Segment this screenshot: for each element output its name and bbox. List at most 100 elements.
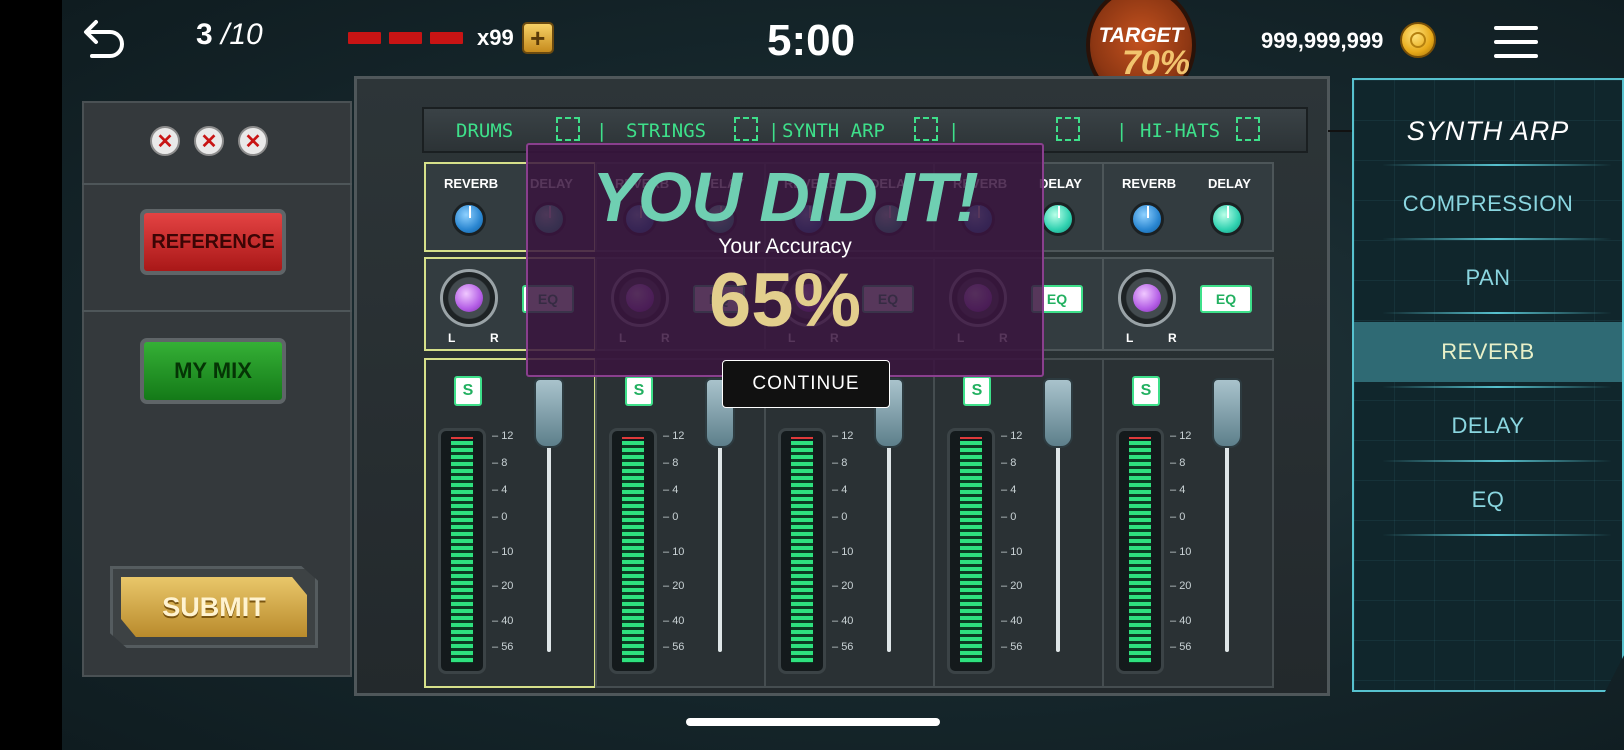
tab-separator: |: [768, 120, 780, 142]
effect-item-delay[interactable]: DELAY: [1354, 396, 1622, 456]
pan-knob-icon[interactable]: [1118, 269, 1176, 327]
life-segment: [348, 32, 381, 44]
reverb-knob-icon[interactable]: [452, 202, 486, 236]
effects-panel: [1352, 78, 1624, 692]
meter-scale-label: – 0: [1001, 511, 1017, 523]
reference-button[interactable]: REFERENCE: [140, 209, 286, 275]
meter-scale-label: – 8: [832, 457, 848, 469]
effects-panel-title: SYNTH ARP: [1406, 116, 1570, 146]
tab-separator: |: [948, 120, 960, 142]
level-meter: [778, 428, 826, 674]
meter-scale-label: – 0: [1170, 511, 1186, 523]
reverb-label: REVERB: [444, 176, 499, 191]
my-mix-button[interactable]: MY MIX: [140, 338, 286, 404]
eq-button[interactable]: EQ: [1200, 285, 1252, 313]
meter-scale-label: – 20: [663, 580, 685, 592]
meter-scale-label: – 40: [832, 615, 854, 627]
accuracy-label: Your Accuracy: [718, 235, 852, 258]
reverb-knob-icon[interactable]: [1130, 202, 1164, 236]
fader-handle[interactable]: [1212, 378, 1242, 448]
tab-slot-icon: [1236, 117, 1260, 141]
meter-scale-label: – 12: [832, 430, 854, 442]
solo-button[interactable]: S: [454, 376, 482, 406]
meter-scale-label: – 56: [492, 641, 514, 653]
solo-button[interactable]: S: [1132, 376, 1160, 406]
effect-item-eq[interactable]: EQ: [1354, 470, 1622, 530]
divider: [82, 310, 352, 312]
delay-label: DELAY: [1208, 176, 1251, 191]
coin-balance: 999,999,999: [1261, 28, 1384, 53]
delay-label: DELAY: [1039, 176, 1082, 191]
effect-divider: [1382, 386, 1612, 388]
channel-fx-panel: REVERB DELAY: [1102, 162, 1274, 252]
meter-scale-label: – 20: [1170, 580, 1192, 592]
tab-slot-icon: [734, 117, 758, 141]
meter-scale-label: – 56: [1170, 641, 1192, 653]
effect-item-compression[interactable]: COMPRESSION: [1354, 174, 1622, 234]
level-meter: [609, 428, 657, 674]
level-progress: 3 /10: [196, 18, 263, 52]
fader-handle[interactable]: [1043, 378, 1073, 448]
tab-slot-icon: [914, 117, 938, 141]
pan-knob-icon[interactable]: [440, 269, 498, 327]
channel-fader-panel: S – 12 – 8 – 4 – 0 – 10 – 20 – 40 – 56: [1102, 358, 1274, 688]
effect-divider: [1382, 312, 1612, 314]
delay-knob-icon[interactable]: [1041, 202, 1075, 236]
solo-button[interactable]: S: [963, 376, 991, 406]
meter-scale-label: – 20: [1001, 580, 1023, 592]
solo-button[interactable]: S: [625, 376, 653, 406]
accuracy-value: 65%: [708, 258, 862, 343]
channel-fader-panel: S – 12 – 8 – 4 – 0 – 10 – 20 – 40 – 56: [424, 358, 596, 688]
game-screen: 3 /10 x99 + 5:00 TARGET 70% 999,999,999 …: [62, 0, 1624, 750]
tab-synth-arp[interactable]: SYNTH ARP: [782, 120, 885, 142]
meter-scale-label: – 20: [492, 580, 514, 592]
strike-icon: ✕: [194, 126, 224, 156]
meter-scale-label: – 12: [663, 430, 685, 442]
tab-drums[interactable]: DRUMS: [456, 120, 513, 142]
meter-scale-label: – 8: [1001, 457, 1017, 469]
reverb-label: REVERB: [1122, 176, 1177, 191]
meter-scale-label: – 12: [1001, 430, 1023, 442]
continue-button[interactable]: CONTINUE: [722, 360, 890, 408]
add-lives-button[interactable]: +: [521, 22, 554, 54]
tab-slot-icon: [556, 117, 580, 141]
progress-total: /10: [221, 18, 263, 51]
meter-scale-label: – 40: [1001, 615, 1023, 627]
meter-scale-label: – 4: [492, 484, 508, 496]
tab-hi-hats[interactable]: HI-HATS: [1140, 120, 1220, 142]
effect-divider: [1382, 164, 1612, 166]
meter-scale-label: – 10: [832, 546, 854, 558]
submit-button[interactable]: SUBMIT: [110, 566, 318, 648]
meter-scale-label: – 0: [832, 511, 848, 523]
delay-knob-icon[interactable]: [1210, 202, 1244, 236]
meter-scale-label: – 10: [492, 546, 514, 558]
tab-slot-icon: [1056, 117, 1080, 141]
fader-handle[interactable]: [534, 378, 564, 448]
strike-icon: ✕: [238, 126, 268, 156]
meter-scale-label: – 20: [832, 580, 854, 592]
level-meter: [1116, 428, 1164, 674]
back-arrow-icon[interactable]: [82, 14, 128, 60]
timer: 5:00: [767, 16, 856, 65]
meter-scale-label: – 10: [663, 546, 685, 558]
channel-fader-panel: S – 12 – 8 – 4 – 0 – 10 – 20 – 40 – 56: [933, 358, 1105, 688]
meter-scale-label: – 8: [492, 457, 508, 469]
home-indicator[interactable]: [686, 718, 940, 726]
divider: [82, 183, 352, 185]
hamburger-menu-icon[interactable]: [1494, 26, 1538, 58]
pan-left-label: L: [1126, 331, 1134, 345]
meter-scale-label: – 56: [832, 641, 854, 653]
tab-separator: |: [1116, 120, 1128, 142]
meter-scale-label: – 12: [492, 430, 514, 442]
lives-count: x99: [477, 25, 514, 50]
submit-label: SUBMIT: [121, 577, 307, 637]
level-meter: [438, 428, 486, 674]
effect-item-reverb[interactable]: REVERB: [1354, 322, 1622, 382]
meter-scale-label: – 56: [1001, 641, 1023, 653]
pan-left-label: L: [448, 331, 456, 345]
coin-icon: [1400, 22, 1436, 58]
progress-current: 3: [196, 18, 213, 51]
effect-item-pan[interactable]: PAN: [1354, 248, 1622, 308]
channel-pan-panel: L R EQ: [1102, 257, 1274, 351]
tab-strings[interactable]: STRINGS: [626, 120, 706, 142]
